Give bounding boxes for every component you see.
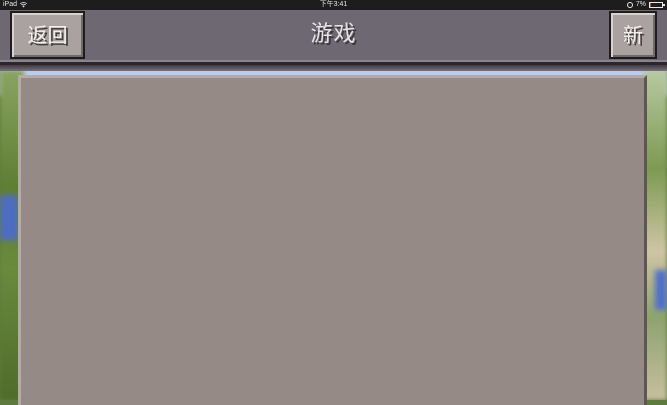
battery-icon [649, 2, 665, 8]
status-bar: iPad 下午3:41 7% [0, 0, 667, 10]
page-title: 游戏 [310, 22, 357, 47]
new-world-button[interactable]: 新 [609, 11, 657, 59]
battery-percent: 7% [635, 1, 646, 8]
battery-fill [650, 3, 651, 7]
status-time: 下午3:41 [319, 1, 348, 8]
status-right: 7% [626, 0, 665, 10]
world-list-panel[interactable] [18, 75, 647, 405]
water-right [655, 270, 667, 310]
rotation-lock-icon [626, 2, 633, 8]
water-left [0, 195, 18, 240]
header-bar: 返回 游戏 新 [0, 10, 667, 65]
header-divider [0, 65, 667, 71]
